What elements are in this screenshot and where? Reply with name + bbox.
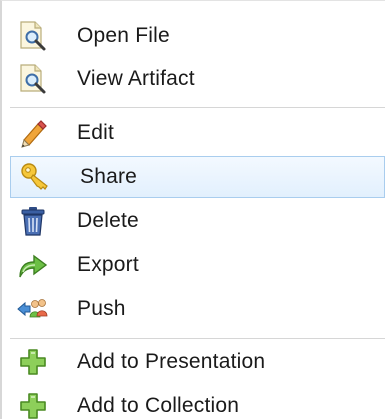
menu-item-add-to-presentation[interactable]: Add to Presentation [8, 341, 385, 383]
menu-item-label: Open File [77, 24, 170, 47]
menu-item-open-file[interactable]: Open File [8, 15, 385, 57]
green-plus-icon [16, 345, 50, 379]
green-plus-icon [16, 389, 50, 419]
trash-icon [16, 204, 50, 238]
menu-item-add-to-collection[interactable]: Add to Collection [8, 385, 385, 419]
menu-item-label: View Artifact [77, 67, 195, 90]
menu-item-delete[interactable]: Delete [8, 200, 385, 242]
menu-item-label: Delete [77, 209, 139, 232]
menu-item-label: Add to Collection [77, 394, 240, 417]
menu-separator [10, 107, 385, 108]
menu-item-label: Edit [77, 121, 114, 144]
menu-item-edit[interactable]: Edit [8, 112, 385, 154]
menu-item-push[interactable]: Push [8, 288, 385, 330]
magnifier-document-icon [16, 19, 50, 53]
menu-item-label: Share [80, 165, 138, 188]
menu-item-export[interactable]: Export [8, 244, 385, 286]
key-icon [19, 160, 53, 194]
users-arrow-icon [16, 292, 50, 326]
menu-item-label: Add to Presentation [77, 350, 266, 373]
menu-item-view-artifact[interactable]: View Artifact [8, 58, 385, 100]
export-arrow-icon [16, 248, 50, 282]
menu-item-label: Export [77, 253, 139, 276]
context-menu: Open File View Artifact Edit Share Delet… [0, 0, 385, 419]
pencil-icon [16, 116, 50, 150]
magnifier-document-icon [16, 62, 50, 96]
menu-separator [10, 338, 385, 339]
menu-item-label: Push [77, 297, 126, 320]
menu-item-share[interactable]: Share [10, 156, 385, 198]
